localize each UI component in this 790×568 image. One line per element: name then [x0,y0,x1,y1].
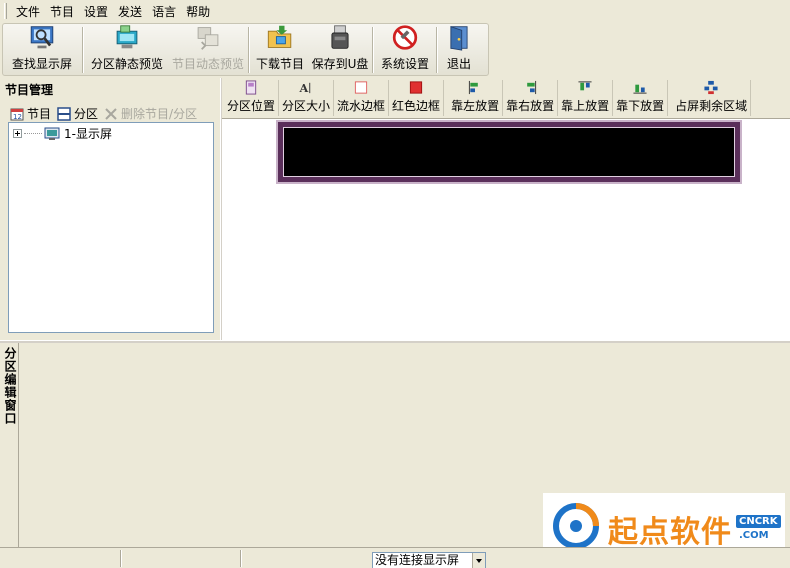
connection-status-value: 没有连接显示屏 [375,553,460,567]
delete-program-label: 删除节目/分区 [121,107,198,121]
fill-remaining-button[interactable]: 占屏剩余区域 [672,80,752,116]
tree-item-label: 1-显示屏 [64,127,112,141]
toolbar-separator [372,27,374,73]
svg-text:A: A [298,81,308,95]
flow-border-button[interactable]: 流水边框 [334,80,390,116]
find-screen-label: 查找显示屏 [11,57,72,71]
menu-grip [4,3,7,19]
delete-x-icon [105,107,117,120]
partition-edit-tab-label: 分区编辑窗口 [3,347,17,425]
download-program-button[interactable]: 下载节目 [251,24,309,75]
align-left-label: 靠左放置 [451,99,500,113]
download-program-label: 下载节目 [255,57,304,71]
chevron-down-icon[interactable] [472,553,485,568]
display-canvas[interactable] [222,118,790,340]
toolbar-separator [82,27,84,73]
system-settings-label: 系统设置 [380,57,429,71]
expand-plus-icon[interactable] [13,129,22,138]
partition-size-label: 分区大小 [282,99,331,113]
watermark-text: 起点软件 [608,515,732,550]
watermark-sub: .COM [739,530,769,541]
computer-preview-icon [116,25,138,49]
dynamic-preview-label: 节目动态预览 [171,57,244,71]
document-position-icon [245,80,257,95]
add-partition-button[interactable]: 分区 [57,105,98,122]
menu-bar: 文件 节目 设置 发送 语言 帮助 [0,0,790,22]
menu-program[interactable]: 节目 [45,1,79,22]
exit-button[interactable]: 退出 [439,24,479,75]
red-square-icon [409,81,423,94]
swirl-logo-icon [553,503,599,549]
add-partition-label: 分区 [74,107,99,121]
static-preview-label: 分区静态预览 [90,57,163,71]
dynamic-preview-button[interactable]: 节目动态预览 [169,24,247,75]
align-bottom-button[interactable]: 靠下放置 [613,80,669,116]
tree-connector [24,133,42,134]
main-toolbar: 查找显示屏 分区静态预览 节目动态预览 下载节目 保存到U盘 系统设置 退出 [0,22,790,78]
monitor-search-icon [30,26,54,49]
find-screen-button[interactable]: 查找显示屏 [3,24,81,75]
partition-size-button[interactable]: A 分区大小 [279,80,335,116]
align-right-label: 靠右放置 [506,99,555,113]
toolbar-separator [248,27,250,73]
add-program-button[interactable]: 12 节目 [10,105,51,122]
add-program-label: 节目 [27,107,52,121]
align-left-icon [468,80,478,95]
align-bottom-label: 靠下放置 [616,99,665,113]
align-left-button[interactable]: 靠左放置 [448,80,504,116]
align-top-button[interactable]: 靠上放置 [558,80,614,116]
svg-text:12: 12 [13,113,22,121]
align-bottom-icon [633,84,647,94]
panel-title: 节目管理 [5,83,54,97]
exit-door-icon [450,26,468,51]
save-usb-button[interactable]: 保存到U盘 [309,24,371,75]
status-bar: 没有连接显示屏 [0,547,790,568]
red-border-button[interactable]: 红色边框 [389,80,445,116]
align-top-label: 靠上放置 [561,99,610,113]
settings-tools-icon [392,25,418,50]
program-management-panel: 节目管理 12 节目 分区 删除节目/分区 1-显示屏 [0,78,220,340]
dynamic-preview-icon [197,27,219,50]
menu-language[interactable]: 语言 [147,1,181,22]
status-divider [240,550,242,567]
system-settings-button[interactable]: 系统设置 [375,24,435,75]
fill-area-icon [704,80,718,95]
program-tree[interactable]: 1-显示屏 [8,122,214,333]
font-size-icon: A [298,81,311,95]
partition-edit-tab[interactable]: 分区编辑窗口 [0,343,19,547]
status-divider [120,550,122,567]
align-right-icon [527,80,537,95]
led-display-screen[interactable] [283,127,735,177]
partition-position-label: 分区位置 [227,99,276,113]
toolbar-separator [436,27,438,73]
static-preview-button[interactable]: 分区静态预览 [85,24,169,75]
connection-status-select[interactable]: 没有连接显示屏 [372,552,486,568]
menu-settings[interactable]: 设置 [79,1,113,22]
partition-toolbar: 分区位置 A 分区大小 流水边框 红色边框 靠左放置 靠右放置 靠上放置 靠下放… [224,80,790,118]
flow-border-label: 流水边框 [337,99,386,113]
folder-download-icon [267,25,292,48]
save-usb-label: 保存到U盘 [311,57,369,71]
menu-file[interactable]: 文件 [11,1,45,22]
watermark-badge: CNCRK [736,515,781,528]
partition-position-button[interactable]: 分区位置 [224,80,280,116]
usb-drive-icon [331,25,349,49]
led-display-frame[interactable] [276,120,742,184]
align-right-button[interactable]: 靠右放置 [503,80,559,116]
delete-program-button[interactable]: 删除节目/分区 [104,105,197,122]
menu-help[interactable]: 帮助 [181,1,215,22]
menu-send[interactable]: 发送 [113,1,147,22]
red-border-label: 红色边框 [392,99,441,113]
align-top-icon [578,81,592,91]
exit-label: 退出 [446,57,471,71]
fill-remaining-label: 占屏剩余区域 [675,99,748,113]
empty-border-icon [354,81,368,94]
tree-node-display[interactable]: 1-显示屏 [13,125,112,142]
partition-panel: 分区位置 A 分区大小 流水边框 红色边框 靠左放置 靠右放置 靠上放置 靠下放… [222,78,790,340]
calendar-icon: 12 [10,108,24,121]
partition-icon [57,106,71,121]
display-screen-icon [44,127,60,140]
